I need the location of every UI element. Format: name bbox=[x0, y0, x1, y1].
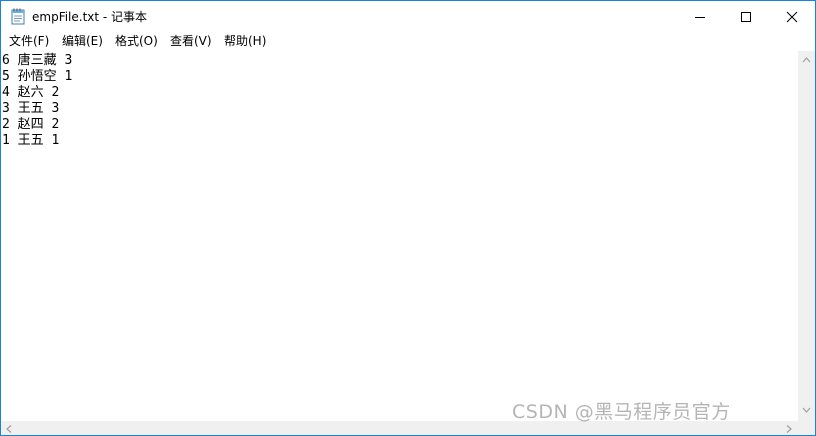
text-line: 3 王五 3 bbox=[2, 101, 60, 116]
text-editor-area[interactable]: 6 唐三藏 3 5 孙悟空 1 4 赵六 2 3 王五 3 2 赵四 2 1 王… bbox=[1, 51, 798, 421]
close-icon bbox=[786, 11, 798, 23]
text-line: 1 王五 1 bbox=[2, 133, 60, 148]
maximize-icon bbox=[741, 12, 751, 22]
maximize-button[interactable] bbox=[723, 1, 769, 32]
window-title: empFile.txt - 记事本 bbox=[32, 10, 148, 24]
scroll-up-icon[interactable] bbox=[802, 57, 811, 63]
scroll-right-icon[interactable] bbox=[786, 425, 792, 433]
menu-bar: 文件(F) 编辑(E) 格式(O) 查看(V) 帮助(H) bbox=[1, 32, 815, 51]
vertical-scrollbar[interactable] bbox=[798, 51, 815, 421]
notepad-icon bbox=[11, 8, 25, 25]
text-line: 5 孙悟空 1 bbox=[2, 69, 73, 84]
watermark-text: CSDN @黑马程序员官方 bbox=[512, 401, 731, 423]
text-line: 4 赵六 2 bbox=[2, 85, 60, 100]
menu-format[interactable]: 格式(O) bbox=[115, 33, 158, 50]
minimize-button[interactable] bbox=[677, 1, 723, 32]
menu-view[interactable]: 查看(V) bbox=[170, 33, 212, 50]
scrollbar-corner bbox=[798, 421, 815, 435]
text-line: 2 赵四 2 bbox=[2, 117, 60, 132]
scroll-down-icon[interactable] bbox=[802, 407, 811, 413]
menu-edit[interactable]: 编辑(E) bbox=[62, 33, 103, 50]
menu-help[interactable]: 帮助(H) bbox=[224, 33, 266, 50]
minimize-icon bbox=[695, 17, 705, 18]
title-bar[interactable]: empFile.txt - 记事本 bbox=[1, 1, 815, 32]
close-button[interactable] bbox=[769, 1, 815, 32]
text-line: 6 唐三藏 3 bbox=[2, 53, 73, 68]
notepad-window: empFile.txt - 记事本 文件(F) 编辑(E) 格式(O) 查看(V… bbox=[0, 0, 816, 436]
menu-file[interactable]: 文件(F) bbox=[9, 33, 49, 50]
scroll-left-icon[interactable] bbox=[6, 425, 12, 433]
